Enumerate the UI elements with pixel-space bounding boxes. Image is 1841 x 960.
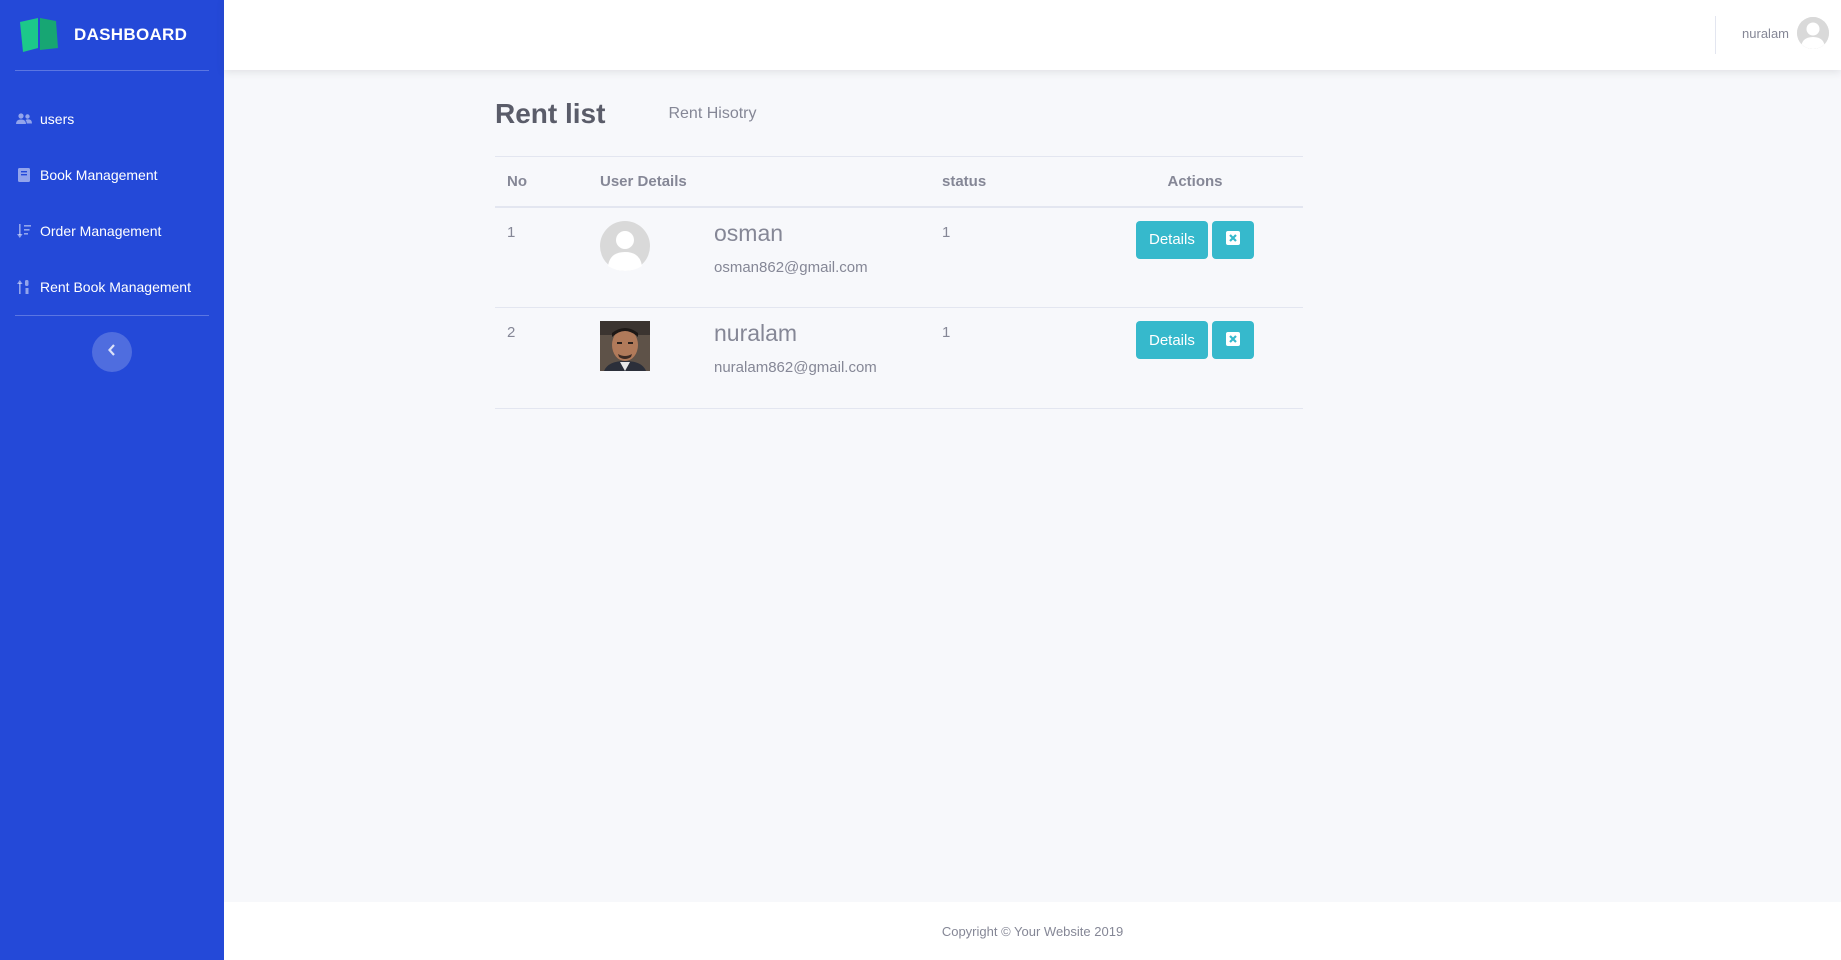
default-avatar-icon: [600, 220, 650, 271]
brand-title: DASHBOARD: [74, 25, 188, 44]
actions-cell: Details: [1075, 207, 1303, 308]
sidebar-toggle-wrap: [0, 316, 224, 372]
column-header-actions: Actions: [1075, 156, 1303, 208]
avatar: [1797, 17, 1829, 49]
page-header: Rent list Rent Hisotry: [495, 94, 1303, 134]
close-icon: [1225, 331, 1240, 349]
chevron-left-icon: [107, 343, 117, 361]
sidebar-nav: users Book Management Order Management R…: [0, 71, 224, 315]
column-header-user-details: User Details: [588, 156, 702, 208]
user-photo-cell: [588, 308, 702, 409]
actions-cell: Details: [1075, 308, 1303, 409]
users-icon: [16, 112, 32, 126]
status-cell: 1: [942, 324, 951, 341]
user-photo-cell: [588, 207, 702, 308]
main-content: Rent list Rent Hisotry No User Details s…: [495, 94, 1303, 409]
sidebar-item-users[interactable]: users: [0, 91, 224, 147]
page-title: Rent list: [495, 98, 606, 129]
sort-numeric-icon: [16, 280, 32, 294]
close-icon: [1225, 231, 1240, 248]
sidebar-item-rent-book-management[interactable]: Rent Book Management: [0, 259, 224, 315]
row-number: 2: [507, 324, 516, 341]
footer: Copyright © Your Website 2019: [224, 902, 1841, 960]
user-email: osman862@gmail.com: [714, 258, 868, 276]
row-number: 1: [507, 223, 516, 241]
column-header-blank: [702, 156, 930, 208]
topbar: nuralam: [224, 0, 1841, 70]
sidebar-item-label: Rent Book Management: [40, 279, 191, 295]
topbar-username: nuralam: [1742, 25, 1789, 41]
status-cell: 1: [942, 223, 951, 241]
sidebar-item-label: Order Management: [40, 223, 162, 239]
book-open-icon: [18, 18, 60, 52]
details-button[interactable]: Details: [1136, 220, 1208, 259]
table-row: 2 nuralam nuralam862@gmail.com 1 Details: [495, 308, 1303, 409]
rent-history-link[interactable]: Rent Hisotry: [668, 105, 756, 123]
sidebar: DASHBOARD users Book Management Order Ma…: [0, 0, 224, 960]
user-photo: [600, 321, 650, 371]
copyright-text: Copyright © Your Website 2019: [941, 923, 1124, 939]
sidebar-item-label: users: [40, 111, 75, 127]
user-details-cell: nuralam nuralam862@gmail.com: [702, 308, 930, 409]
delete-button[interactable]: [1211, 321, 1254, 359]
sidebar-item-book-management[interactable]: Book Management: [0, 147, 224, 203]
topbar-divider: [1715, 16, 1716, 54]
delete-button[interactable]: [1211, 220, 1254, 259]
details-button[interactable]: Details: [1136, 321, 1208, 359]
rent-table: No User Details status Actions 1 osman o…: [495, 156, 1303, 409]
user-details-cell: osman osman862@gmail.com: [702, 207, 930, 308]
user-email: nuralam862@gmail.com: [714, 359, 877, 376]
sidebar-toggle-button[interactable]: [92, 332, 132, 372]
sort-amount-icon: [16, 224, 32, 238]
column-header-no: No: [495, 156, 588, 208]
book-icon: [16, 168, 32, 182]
user-dropdown[interactable]: nuralam: [1742, 17, 1829, 49]
column-header-status: status: [930, 156, 1075, 208]
user-name: osman: [714, 219, 784, 246]
user-name: nuralam: [714, 320, 798, 346]
sidebar-item-label: Book Management: [40, 167, 158, 183]
sidebar-item-order-management[interactable]: Order Management: [0, 203, 224, 259]
brand[interactable]: DASHBOARD: [0, 0, 224, 70]
table-row: 1 osman osman862@gmail.com 1 Details: [495, 207, 1303, 308]
table-header-row: No User Details status Actions: [495, 156, 1303, 208]
